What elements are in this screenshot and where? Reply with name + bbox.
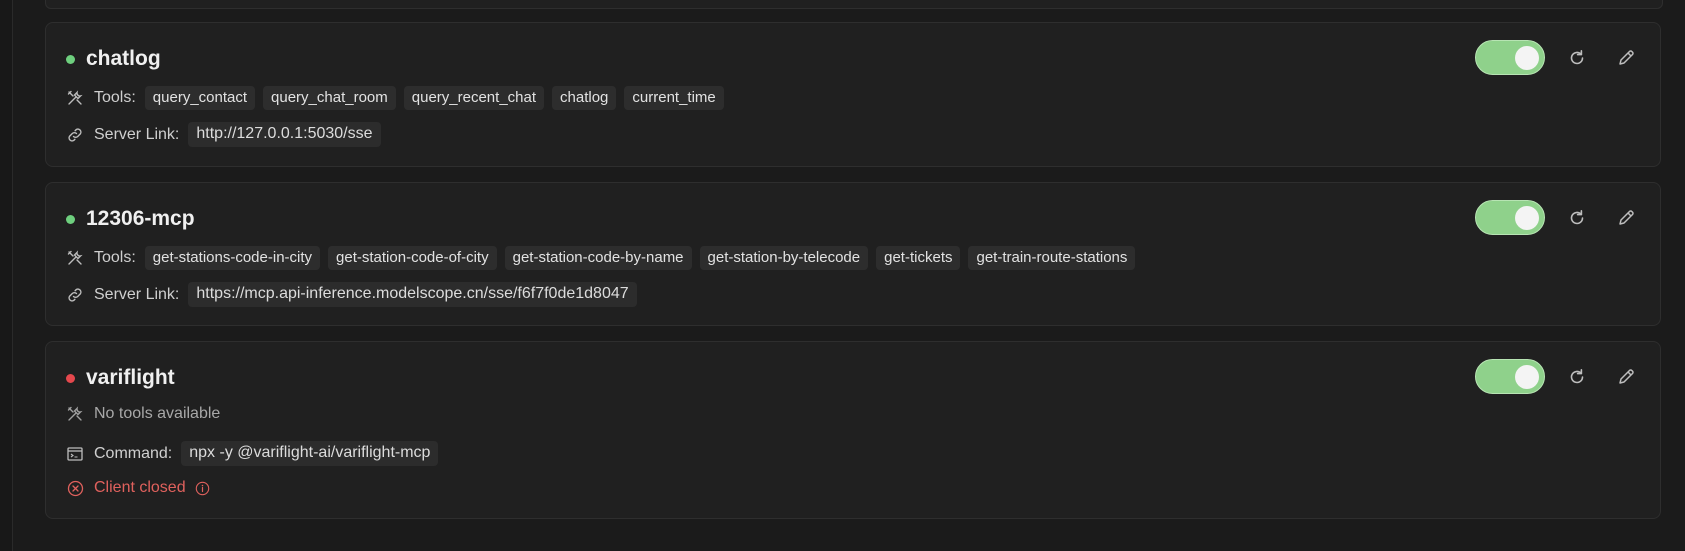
status-dot-ok — [66, 214, 75, 224]
toggle-knob — [1515, 206, 1539, 230]
refresh-icon[interactable] — [1565, 46, 1589, 70]
server-link-value[interactable]: http://127.0.0.1:5030/sse — [188, 122, 381, 147]
server-card-12306-mcp: 12306-mcp Tools: get-stations-code-in-ci… — [45, 182, 1661, 326]
enable-toggle[interactable] — [1475, 359, 1545, 394]
error-circle-icon — [66, 479, 84, 497]
server-link-value[interactable]: https://mcp.api-inference.modelscope.cn/… — [188, 282, 637, 307]
server-header: 12306-mcp — [66, 207, 195, 231]
tool-chip: current_time — [624, 86, 724, 110]
server-link-label: Server Link: — [94, 125, 180, 143]
tools-row: Tools: query_contact query_chat_room que… — [66, 86, 732, 110]
tool-chip: chatlog — [552, 86, 617, 110]
toggle-knob — [1515, 365, 1539, 389]
server-header: variflight — [66, 366, 175, 390]
status-dot-ok — [66, 54, 75, 64]
tools-icon — [66, 89, 84, 107]
refresh-icon[interactable] — [1565, 206, 1589, 230]
toggle-knob — [1515, 46, 1539, 70]
tool-chip: query_recent_chat — [403, 86, 545, 110]
server-link-row: Server Link: http://127.0.0.1:5030/sse — [66, 122, 381, 147]
tools-icon — [66, 249, 84, 267]
tools-label: Tools: — [94, 89, 136, 106]
status-dot-error — [66, 373, 75, 383]
tool-chip: get-tickets — [876, 246, 961, 270]
tools-icon — [66, 405, 84, 423]
server-link-row: Server Link: https://mcp.api-inference.m… — [66, 282, 637, 307]
command-label: Command: — [94, 444, 173, 462]
server-name: chatlog — [86, 47, 161, 70]
edit-icon[interactable] — [1614, 365, 1638, 389]
server-card-chatlog: chatlog Tools: query_contact query_chat_… — [45, 22, 1661, 167]
info-icon[interactable] — [194, 479, 212, 497]
error-text: Client closed — [94, 479, 186, 496]
server-controls — [1475, 200, 1638, 235]
command-row: Command: npx -y @variflight-ai/varifligh… — [66, 441, 439, 466]
tool-chip: get-train-route-stations — [968, 246, 1136, 270]
server-controls — [1475, 40, 1638, 75]
server-controls — [1475, 359, 1638, 394]
edit-icon[interactable] — [1614, 206, 1638, 230]
no-tools-text: No tools available — [94, 405, 221, 422]
previous-server-card — [45, 0, 1663, 9]
enable-toggle[interactable] — [1475, 200, 1545, 235]
server-header: chatlog — [66, 47, 161, 71]
link-icon — [66, 126, 84, 144]
tools-label: Tools: — [94, 249, 136, 266]
tools-row: No tools available — [66, 405, 220, 423]
left-rail — [0, 0, 13, 551]
server-card-variflight: variflight No tools available Command: n… — [45, 341, 1661, 519]
tool-chip: get-station-code-of-city — [328, 246, 497, 270]
tool-chip: query_chat_room — [263, 86, 396, 110]
tool-chip: get-station-code-by-name — [504, 246, 692, 270]
server-name: 12306-mcp — [86, 207, 195, 230]
tool-chip: get-stations-code-in-city — [144, 246, 321, 270]
tool-chip: get-station-by-telecode — [699, 246, 869, 270]
link-icon — [66, 286, 84, 304]
edit-icon[interactable] — [1614, 46, 1638, 70]
terminal-icon — [66, 445, 84, 463]
tools-row: Tools: get-stations-code-in-city get-sta… — [66, 246, 1143, 270]
server-name: variflight — [86, 366, 175, 389]
tool-chip: query_contact — [144, 86, 256, 110]
refresh-icon[interactable] — [1565, 365, 1589, 389]
server-link-label: Server Link: — [94, 285, 180, 303]
error-row: Client closed — [66, 479, 222, 497]
command-value[interactable]: npx -y @variflight-ai/variflight-mcp — [181, 441, 439, 466]
enable-toggle[interactable] — [1475, 40, 1545, 75]
